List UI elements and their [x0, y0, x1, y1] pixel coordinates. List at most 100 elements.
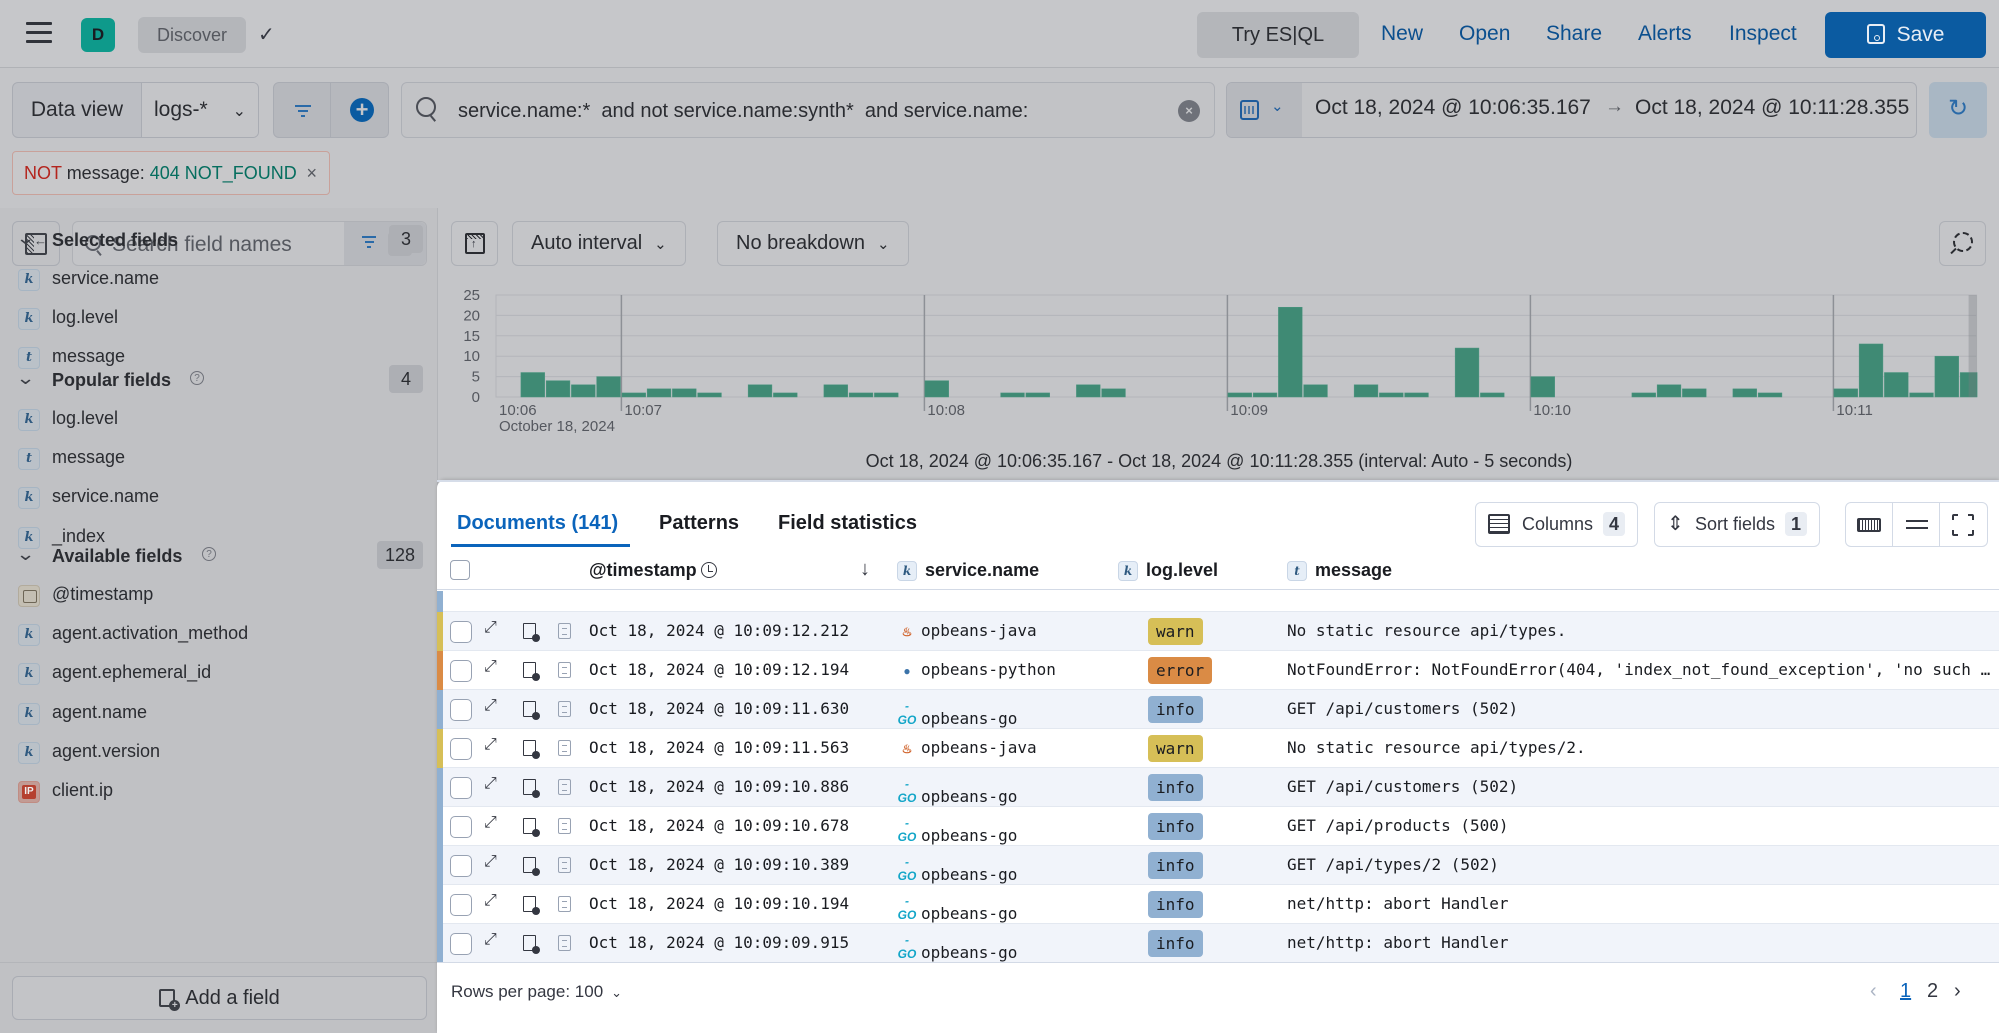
row-checkbox[interactable] — [450, 855, 472, 877]
hamburger-menu-icon[interactable] — [26, 22, 52, 44]
time-start[interactable]: Oct 18, 2024 @ 10:06:35.167 — [1315, 96, 1591, 120]
time-picker[interactable]: ⌄ Oct 18, 2024 @ 10:06:35.167 → Oct 18, … — [1226, 82, 1917, 138]
field-item[interactable]: t message — [18, 447, 418, 471]
expand-icon[interactable]: ⤢ — [484, 736, 497, 754]
view-degraded-docs-icon[interactable] — [523, 896, 540, 915]
field-item[interactable]: k agent.version — [18, 741, 418, 765]
view-stacktrace-icon[interactable] — [558, 740, 571, 756]
open-link[interactable]: Open — [1459, 22, 1510, 46]
help-icon[interactable]: ? — [190, 371, 204, 385]
tab-documents[interactable]: Documents (141) — [457, 512, 618, 535]
data-view-picker[interactable]: Data view logs-* ⌄ — [12, 82, 259, 138]
field-item[interactable]: k service.name — [18, 486, 418, 510]
expand-icon[interactable]: ⤢ — [484, 775, 497, 793]
view-degraded-docs-icon[interactable] — [523, 701, 540, 720]
sort-descending-icon[interactable]: ↓ — [860, 558, 870, 581]
save-button[interactable]: Save — [1825, 12, 1986, 58]
new-link[interactable]: New — [1381, 22, 1423, 46]
table-row-partial[interactable] — [437, 591, 1999, 612]
view-stacktrace-icon[interactable] — [558, 623, 571, 639]
refresh-button[interactable]: ↻ — [1929, 82, 1987, 138]
section-available-fields[interactable]: ⌄ Available fields 128? — [16, 541, 423, 572]
expand-icon[interactable]: ⤢ — [484, 853, 497, 871]
view-degraded-docs-icon[interactable] — [523, 818, 540, 837]
page-2-link[interactable]: 2 — [1927, 980, 1938, 1003]
add-filter-button[interactable]: + — [350, 98, 374, 122]
view-stacktrace-icon[interactable] — [558, 818, 571, 834]
next-page-icon[interactable]: › — [1954, 980, 1961, 1003]
row-checkbox[interactable] — [450, 621, 472, 643]
expand-icon[interactable]: ⤢ — [484, 814, 497, 832]
display-settings-button[interactable] — [1893, 503, 1940, 546]
expand-icon[interactable]: ⤢ — [484, 892, 497, 910]
view-degraded-docs-icon[interactable] — [523, 779, 540, 798]
table-row[interactable]: ⤢ Oct 18, 2024 @ 10:09:12.194 ● opbeans-pyt… — [437, 651, 1999, 690]
table-row[interactable]: ⤢ Oct 18, 2024 @ 10:09:10.389 -GO opbeans-g… — [437, 846, 1999, 885]
quick-menu-button[interactable]: ⌄ — [1227, 83, 1302, 137]
row-checkbox[interactable] — [450, 660, 472, 682]
table-row[interactable]: ⤢ Oct 18, 2024 @ 10:09:11.630 -GO opbeans-g… — [437, 690, 1999, 729]
filter-pill[interactable]: NOT message: 404 NOT_FOUND × — [12, 151, 330, 195]
table-row[interactable]: ⤢ Oct 18, 2024 @ 10:09:10.194 -GO opbeans-g… — [437, 885, 1999, 924]
table-row[interactable]: ⤢ Oct 18, 2024 @ 10:09:10.678 -GO opbeans-g… — [437, 807, 1999, 846]
row-checkbox[interactable] — [450, 738, 472, 760]
query-text[interactable]: service.name:* and not service.name:synt… — [458, 94, 1158, 137]
table-row[interactable]: ⤢ Oct 18, 2024 @ 10:09:09.915 -GO opbeans-g… — [437, 924, 1999, 962]
field-item[interactable]: k agent.activation_method — [18, 623, 418, 647]
row-checkbox[interactable] — [450, 894, 472, 916]
section-selected-fields[interactable]: ⌄ Selected fields 3 — [16, 225, 423, 256]
section-popular-fields[interactable]: ⌄ Popular fields 4? — [16, 365, 423, 396]
header-log-level[interactable]: k log.level — [1118, 560, 1218, 581]
expand-icon[interactable]: ⤢ — [484, 697, 497, 715]
histogram-chart[interactable]: 0 5 10 15 20 25 10:06 10:07 10:08 10:09 10:10 10:11… — [439, 208, 1999, 448]
table-row[interactable]: ⤢ Oct 18, 2024 @ 10:09:11.563 ♨ opbeans-jav… — [437, 729, 1999, 768]
view-stacktrace-icon[interactable] — [558, 896, 571, 912]
tab-field-statistics[interactable]: Field statistics — [778, 512, 917, 535]
field-item[interactable]: k agent.ephemeral_id — [18, 662, 418, 686]
help-icon[interactable]: ? — [202, 547, 216, 561]
view-degraded-docs-icon[interactable] — [523, 740, 540, 759]
view-degraded-docs-icon[interactable] — [523, 857, 540, 876]
field-item[interactable]: k agent.name — [18, 702, 418, 726]
view-stacktrace-icon[interactable] — [558, 662, 571, 678]
share-link[interactable]: Share — [1546, 22, 1602, 46]
sort-fields-button[interactable]: ⇕ Sort fields 1 — [1654, 502, 1821, 547]
add-field-button[interactable]: Add a field — [12, 976, 427, 1020]
inspect-link[interactable]: Inspect — [1729, 22, 1797, 46]
header-service-name[interactable]: k service.name — [897, 560, 1039, 581]
data-view-select[interactable]: logs-* ⌄ — [141, 83, 258, 137]
columns-button[interactable]: Columns 4 — [1475, 502, 1639, 547]
field-item[interactable]: k log.level — [18, 307, 418, 331]
filter-menu-button[interactable] — [274, 83, 331, 137]
field-item[interactable]: @timestamp — [18, 584, 418, 608]
tab-patterns[interactable]: Patterns — [659, 512, 739, 535]
field-item[interactable]: k service.name — [18, 268, 418, 292]
breadcrumb-discover[interactable]: Discover — [138, 17, 247, 53]
expand-icon[interactable]: ⤢ — [484, 931, 497, 949]
expand-icon[interactable]: ⤢ — [484, 658, 497, 676]
row-checkbox[interactable] — [450, 777, 472, 799]
rows-per-page-select[interactable]: Rows per page: 100 ⌄ — [451, 982, 622, 1002]
row-checkbox[interactable] — [450, 699, 472, 721]
field-item[interactable]: t message — [18, 346, 418, 370]
fullscreen-button[interactable] — [1940, 503, 1987, 546]
table-row[interactable]: ⤢ Oct 18, 2024 @ 10:09:10.886 -GO opbeans-g… — [437, 768, 1999, 807]
view-stacktrace-icon[interactable] — [558, 701, 571, 717]
prev-page-icon[interactable]: ‹ — [1870, 980, 1877, 1003]
remove-filter-icon[interactable]: × — [306, 152, 317, 194]
row-checkbox[interactable] — [450, 933, 472, 955]
field-item[interactable]: client.ip — [18, 780, 418, 804]
row-checkbox[interactable] — [450, 816, 472, 838]
view-degraded-docs-icon[interactable] — [523, 623, 540, 642]
page-1-link[interactable]: 1 — [1900, 980, 1911, 1003]
header-timestamp[interactable]: @timestamp — [589, 560, 717, 581]
space-avatar[interactable]: D — [81, 18, 115, 52]
view-degraded-docs-icon[interactable] — [523, 935, 540, 954]
view-stacktrace-icon[interactable] — [558, 935, 571, 951]
expand-icon[interactable]: ⤢ — [484, 619, 497, 637]
try-esql-button[interactable]: Try ES|QL — [1197, 12, 1359, 58]
alerts-link[interactable]: Alerts — [1638, 22, 1692, 46]
view-stacktrace-icon[interactable] — [558, 779, 571, 795]
keyboard-shortcuts-button[interactable] — [1846, 503, 1893, 546]
query-input[interactable]: service.name:* and not service.name:synt… — [401, 82, 1215, 138]
